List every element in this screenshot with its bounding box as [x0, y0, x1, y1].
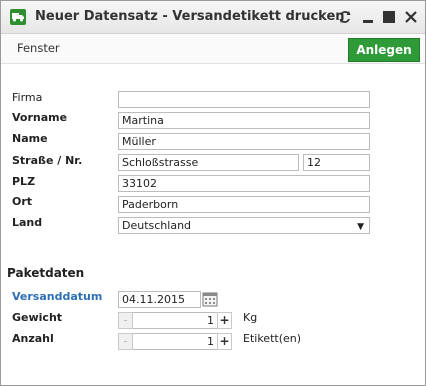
window-title: Neuer Datensatz - Versandetikett drucken	[35, 9, 345, 24]
date-field[interactable]: 04.11.2015	[118, 291, 201, 308]
refresh-icon[interactable]	[337, 9, 353, 25]
land-label: Land	[12, 216, 43, 229]
gewicht-value[interactable]: 1	[133, 312, 217, 329]
section-heading: Paketdaten	[7, 266, 85, 280]
anzahl-increment-button[interactable]: +	[217, 333, 232, 350]
street-label: Straße / Nr.	[12, 154, 83, 167]
street-field[interactable]: Schloßstrasse	[118, 154, 299, 171]
dialog-window: Neuer Datensatz - Versandetikett drucken…	[0, 0, 426, 386]
gewicht-unit: Kg	[243, 311, 258, 324]
title-bar[interactable]: Neuer Datensatz - Versandetikett drucken	[1, 1, 425, 34]
land-select-value: Deutschland	[122, 219, 192, 232]
anzahl-value[interactable]: 1	[133, 333, 217, 350]
plz-field[interactable]: 33102	[118, 175, 370, 192]
chevron-down-icon[interactable]: ▼	[357, 221, 364, 234]
vorname-field[interactable]: Martina	[118, 112, 370, 129]
close-icon[interactable]	[403, 9, 419, 25]
house-number-field[interactable]: 12	[303, 154, 370, 171]
gewicht-increment-button[interactable]: +	[217, 312, 232, 329]
menu-fenster[interactable]: Fenster	[17, 41, 60, 55]
maximize-icon[interactable]	[381, 9, 397, 25]
gewicht-decrement-button[interactable]: -	[118, 312, 133, 329]
anzahl-decrement-button[interactable]: -	[118, 333, 133, 350]
firma-label: Firma	[12, 91, 43, 104]
land-select[interactable]: Deutschland ▼	[118, 217, 370, 234]
gewicht-label: Gewicht	[12, 311, 63, 324]
create-button[interactable]: Anlegen	[348, 38, 420, 62]
versanddatum-label: Versanddatum	[12, 290, 103, 303]
ort-field[interactable]: Paderborn	[118, 196, 370, 213]
firma-field[interactable]	[118, 91, 370, 108]
vorname-label: Vorname	[12, 111, 68, 124]
truck-icon	[10, 9, 26, 25]
anzahl-unit: Etikett(en)	[243, 332, 302, 345]
name-field[interactable]: Müller	[118, 133, 370, 150]
minimize-icon[interactable]	[360, 9, 376, 25]
ort-label: Ort	[12, 195, 33, 208]
anzahl-label: Anzahl	[12, 332, 54, 345]
calendar-icon[interactable]	[202, 291, 218, 307]
name-label: Name	[12, 132, 48, 145]
plz-label: PLZ	[12, 175, 36, 188]
